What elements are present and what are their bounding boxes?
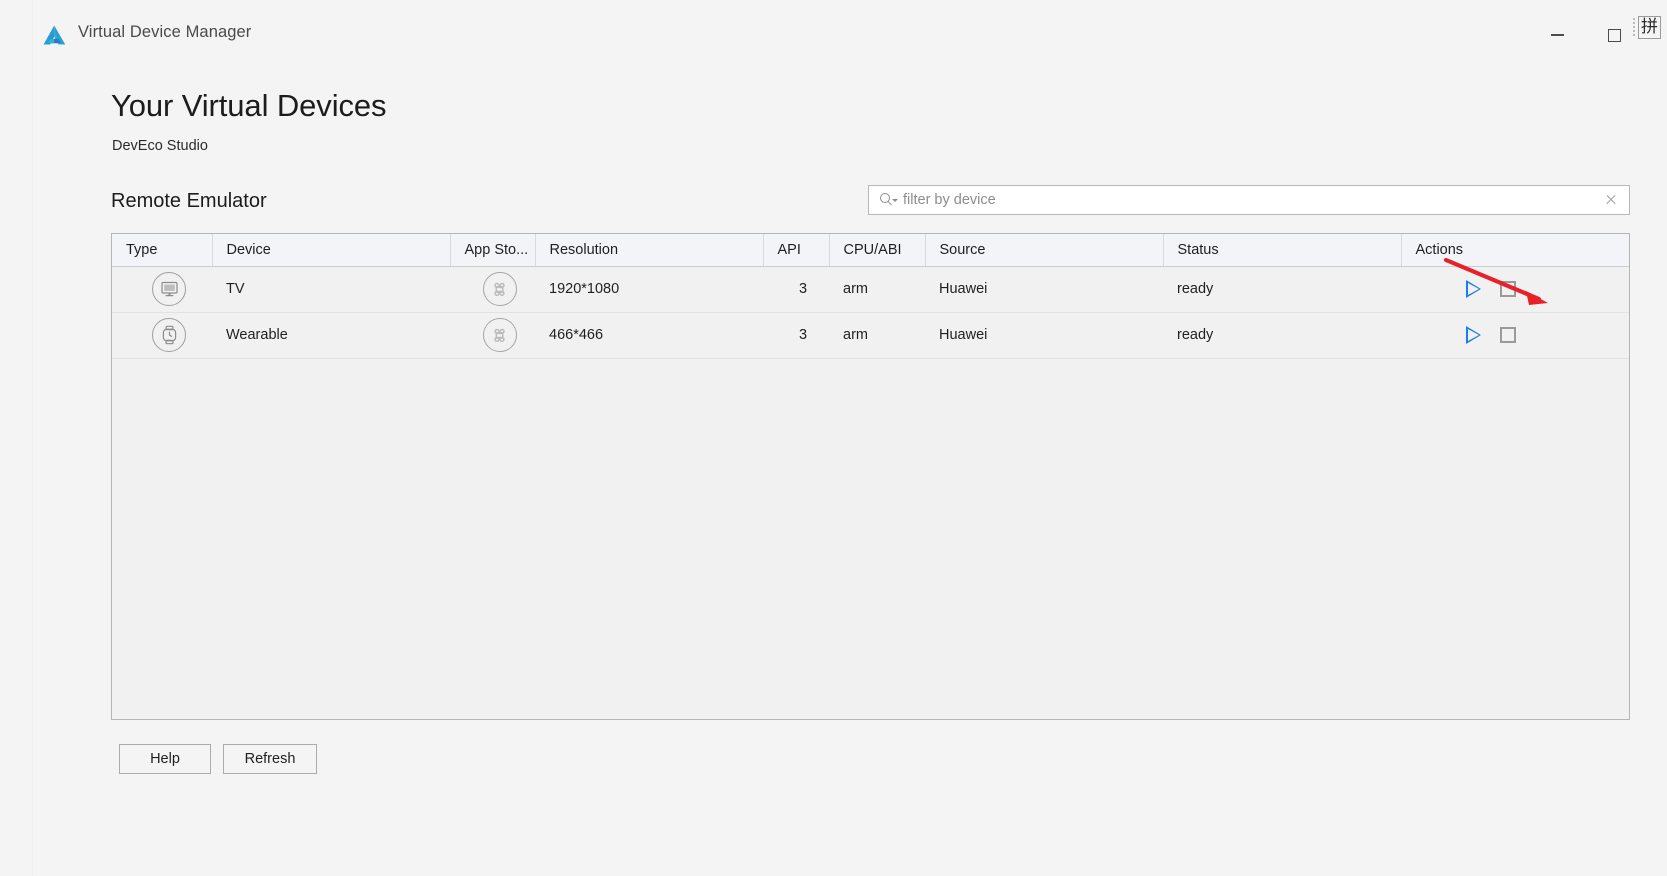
window-titlebar: Virtual Device Manager 拼: [0, 0, 1667, 68]
device-table-container: Type Device App Sto... Resolution API CP…: [111, 233, 1630, 720]
cell-appstore: [450, 312, 535, 358]
cell-type: [112, 312, 212, 358]
cell-cpu-abi: arm: [829, 312, 925, 358]
stop-icon[interactable]: [1497, 278, 1519, 300]
table-row[interactable]: Wearable: [112, 312, 1630, 358]
column-header-source[interactable]: Source: [925, 234, 1163, 266]
maximize-icon: [1608, 29, 1621, 42]
help-button[interactable]: Help: [119, 744, 211, 774]
window-title: Virtual Device Manager: [78, 23, 251, 42]
filter-search-box[interactable]: [868, 185, 1630, 215]
device-table: Type Device App Sto... Resolution API CP…: [112, 234, 1630, 359]
appgallery-flower-icon: [483, 318, 517, 352]
cell-actions: [1401, 312, 1630, 358]
column-header-resolution[interactable]: Resolution: [535, 234, 763, 266]
tv-monitor-icon: [152, 272, 186, 306]
column-header-device[interactable]: Device: [212, 234, 450, 266]
cell-status: ready: [1163, 312, 1401, 358]
play-icon[interactable]: [1462, 278, 1484, 300]
search-icon[interactable]: [869, 186, 901, 214]
column-header-actions[interactable]: Actions: [1401, 234, 1630, 266]
section-title-remote-emulator: Remote Emulator: [111, 190, 267, 213]
virtual-device-manager-window: Virtual Device Manager 拼 Your Virtual De…: [0, 0, 1667, 876]
table-row[interactable]: TV: [112, 266, 1630, 312]
appgallery-flower-icon: [483, 272, 517, 306]
column-header-appstore[interactable]: App Sto...: [450, 234, 535, 266]
cell-source: Huawei: [925, 312, 1163, 358]
column-header-status[interactable]: Status: [1163, 234, 1401, 266]
window-left-gutter: [0, 0, 33, 876]
table-header-row: Type Device App Sto... Resolution API CP…: [112, 234, 1630, 266]
column-header-type[interactable]: Type: [112, 234, 212, 266]
page-title: Your Virtual Devices: [111, 88, 386, 124]
deveco-logo-icon: [41, 23, 68, 48]
maximize-button[interactable]: [1597, 20, 1631, 50]
cell-api: 3: [763, 312, 829, 358]
column-header-cpu-abi[interactable]: CPU/ABI: [829, 234, 925, 266]
minimize-icon: [1551, 34, 1564, 36]
cell-actions: [1401, 266, 1630, 312]
minimize-button[interactable]: [1540, 20, 1574, 50]
cell-device: Wearable: [212, 312, 450, 358]
cell-resolution: 1920*1080: [535, 266, 763, 312]
page-subtitle: DevEco Studio: [112, 138, 208, 154]
cell-type: [112, 266, 212, 312]
search-input[interactable]: [901, 187, 1593, 213]
cell-cpu-abi: arm: [829, 266, 925, 312]
refresh-button[interactable]: Refresh: [223, 744, 317, 774]
cell-resolution: 466*466: [535, 312, 763, 358]
ime-indicator[interactable]: 拼: [1633, 12, 1663, 42]
smartwatch-icon: [152, 318, 186, 352]
cell-source: Huawei: [925, 266, 1163, 312]
device-table-header: Type Device App Sto... Resolution API CP…: [112, 234, 1630, 266]
column-header-api[interactable]: API: [763, 234, 829, 266]
cell-status: ready: [1163, 266, 1401, 312]
close-icon[interactable]: [1593, 186, 1629, 214]
play-icon[interactable]: [1462, 324, 1484, 346]
ime-mode-label: 拼: [1638, 16, 1661, 39]
stop-icon[interactable]: [1497, 324, 1519, 346]
cell-device: TV: [212, 266, 450, 312]
cell-api: 3: [763, 266, 829, 312]
device-table-body: TV: [112, 266, 1630, 358]
cell-appstore: [450, 266, 535, 312]
